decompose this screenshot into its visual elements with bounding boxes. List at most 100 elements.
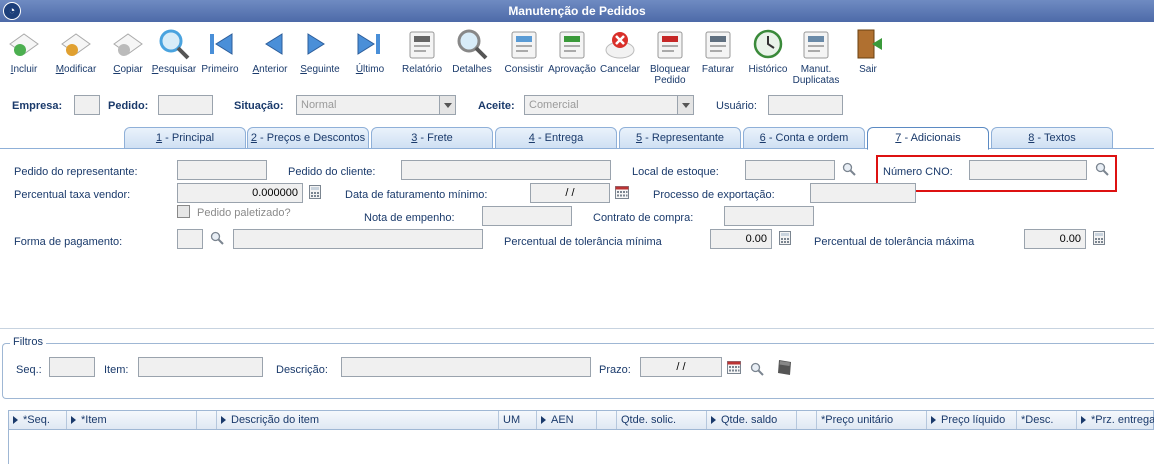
modificar-button[interactable]: Modificar (48, 26, 104, 75)
situacao-select[interactable]: Normal (296, 95, 456, 115)
filtro-prazo-label: Prazo: (599, 364, 631, 376)
grid-column-header[interactable]: *Preço unitário (817, 411, 927, 429)
search-icon[interactable] (210, 231, 224, 245)
chevron-down-icon[interactable] (439, 96, 455, 114)
ultimo-button[interactable]: Último (342, 26, 398, 75)
toolbar-button-label: Incluir (10, 64, 38, 75)
grid-column-header[interactable]: *Seq. (9, 411, 67, 429)
local-estoque-field[interactable] (745, 160, 835, 180)
grid-column-header[interactable]: Preço líquido (927, 411, 1017, 429)
grid-column-header[interactable]: *Desc. (1017, 411, 1077, 429)
tab-5[interactable]: 5 - Representante (619, 127, 741, 149)
window-title: Manutenção de Pedidos (508, 4, 646, 18)
grid-column-header[interactable] (797, 411, 817, 429)
sort-arrow-icon (711, 416, 716, 425)
usuario-field[interactable] (768, 95, 843, 115)
local-estoque-label: Local de estoque: (632, 166, 719, 178)
chevron-down-icon[interactable] (677, 96, 693, 114)
aceite-select[interactable]: Comercial (524, 95, 694, 115)
filtro-descricao-field[interactable] (341, 357, 591, 377)
primeiro-button[interactable]: Primeiro (192, 26, 248, 75)
grid-column-header[interactable]: *Prz. entrega (1077, 411, 1154, 429)
tab-label: - Principal (162, 132, 215, 144)
grid-column-header[interactable] (197, 411, 217, 429)
tab-1[interactable]: 1 - Principal (124, 127, 246, 149)
tolerancia-maxima-label: Percentual de tolerância máxima (814, 236, 975, 248)
search-icon[interactable] (842, 162, 856, 176)
search-icon[interactable] (750, 362, 764, 376)
search-icon[interactable] (1095, 162, 1109, 176)
tab-label: - Textos (1034, 132, 1076, 144)
grid-column-header[interactable]: Qtde. saldo (707, 411, 797, 429)
manut-duplicatas-button[interactable]: Manut. Duplicatas (788, 26, 844, 86)
calendar-icon[interactable] (615, 185, 629, 199)
filtro-seq-field[interactable] (49, 357, 95, 377)
incluir-button[interactable]: Incluir (0, 26, 52, 75)
seguinte-button[interactable]: Seguinte (292, 26, 348, 75)
relatorio-button[interactable]: Relatório (394, 26, 450, 75)
contrato-compra-field[interactable] (724, 206, 814, 226)
grid-column-header[interactable] (597, 411, 617, 429)
tab-8[interactable]: 8 - Textos (991, 127, 1113, 149)
cancelar-button[interactable]: Cancelar (592, 26, 648, 75)
grid-column-header[interactable]: UM (499, 411, 537, 429)
grid-column-label: Qtde. saldo (721, 414, 778, 426)
first-arrow-icon (202, 26, 238, 62)
sair-button[interactable]: Sair (840, 26, 896, 75)
calculator-icon[interactable] (1092, 231, 1106, 245)
duplicates-icon (798, 26, 834, 62)
tab-2[interactable]: 2 - Preços e Descontos (247, 127, 369, 149)
calculator-icon[interactable] (308, 185, 322, 199)
tab-4[interactable]: 4 - Entrega (495, 127, 617, 149)
empresa-field[interactable] (74, 95, 100, 115)
clear-filter-icon[interactable] (777, 359, 793, 376)
add-document-icon (6, 26, 42, 62)
grid-column-header[interactable]: *Item (67, 411, 197, 429)
data-faturamento-field[interactable]: / / (530, 183, 610, 203)
grid-column-label: Qtde. solic. (621, 414, 677, 426)
toolbar-button-label: Seguinte (300, 64, 340, 75)
forma-pagamento-code-field[interactable] (177, 229, 203, 249)
percentual-taxa-field[interactable]: 0.000000 (177, 183, 303, 203)
faturar-button[interactable]: Faturar (690, 26, 746, 75)
pedido-representante-field[interactable] (177, 160, 267, 180)
items-grid-body (8, 430, 1154, 464)
aceite-value: Comercial (529, 99, 579, 111)
calendar-icon[interactable] (727, 360, 741, 374)
previous-arrow-icon (252, 26, 288, 62)
pedido-cliente-field[interactable] (401, 160, 611, 180)
filtro-seq-label: Seq.: (16, 364, 42, 376)
edit-document-icon (58, 26, 94, 62)
tab-7[interactable]: 7 - Adicionais (867, 127, 989, 150)
filtro-item-label: Item: (104, 364, 129, 376)
window-title-bar: ◔ Manutenção de Pedidos (0, 0, 1154, 22)
tab-3[interactable]: 3 - Frete (371, 127, 493, 149)
block-order-icon (652, 26, 688, 62)
grid-column-header[interactable]: Qtde. solic. (617, 411, 707, 429)
anterior-button[interactable]: Anterior (242, 26, 298, 75)
grid-column-header[interactable]: Descrição do item (217, 411, 499, 429)
numero-cno-field[interactable] (969, 160, 1087, 180)
tolerancia-minima-field[interactable]: 0.00 (710, 229, 772, 249)
pedido-paletizado-checkbox[interactable] (177, 205, 190, 218)
toolbar-button-label: Modificar (55, 64, 97, 75)
detalhes-button[interactable]: Detalhes (444, 26, 500, 75)
grid-column-header[interactable]: AEN (537, 411, 597, 429)
filtro-item-field[interactable] (138, 357, 263, 377)
tolerancia-maxima-field[interactable]: 0.00 (1024, 229, 1086, 249)
tab-6[interactable]: 6 - Conta e ordem (743, 127, 865, 149)
filtro-prazo-field[interactable]: / / (640, 357, 722, 377)
grid-column-label: *Prz. entrega (1091, 414, 1154, 426)
empresa-label: Empresa: (12, 100, 63, 112)
numero-cno-label: Número CNO: (883, 166, 953, 178)
toolbar-button-label: Primeiro (201, 64, 239, 75)
calculator-icon[interactable] (778, 231, 792, 245)
pedido-cliente-label: Pedido do cliente: (288, 166, 376, 178)
tab-label: - Frete (417, 132, 453, 144)
sort-arrow-icon (931, 416, 936, 425)
data-faturamento-label: Data de faturamento mínimo: (345, 189, 488, 201)
pedido-field[interactable] (158, 95, 213, 115)
grid-column-label: AEN (551, 414, 574, 426)
nota-empenho-field[interactable] (482, 206, 572, 226)
processo-exportacao-field[interactable] (810, 183, 916, 203)
